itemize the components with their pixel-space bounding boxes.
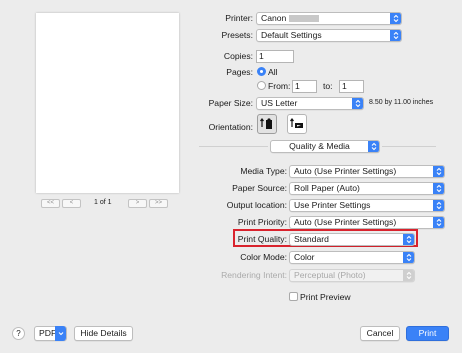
portrait-icon	[260, 118, 272, 129]
prev-page-button[interactable]: <	[62, 199, 81, 208]
paper-size-popup[interactable]: US Letter	[256, 97, 364, 110]
presets-value: Default Settings	[261, 30, 322, 40]
print-preview-checkbox[interactable]	[289, 292, 298, 301]
popup-arrows-icon	[433, 183, 444, 194]
media-type-value: Auto (Use Printer Settings)	[294, 166, 397, 176]
popup-arrows-icon	[352, 98, 363, 109]
pdf-menu-button[interactable]: PDF	[34, 326, 67, 341]
help-button[interactable]: ?	[12, 327, 25, 340]
popup-arrows-icon	[368, 141, 379, 152]
rendering-intent-popup: Perceptual (Photo)	[289, 269, 415, 282]
pages-from-field[interactable]: 1	[292, 80, 317, 93]
redacted-printer-name	[289, 15, 320, 23]
portrait-orientation-button[interactable]	[257, 114, 277, 134]
orientation-label: Orientation:	[208, 122, 253, 132]
section-popup[interactable]: Quality & Media	[270, 140, 380, 153]
paper-size-dimensions: 8.50 by 11.00 inches	[369, 99, 434, 106]
first-page-button[interactable]: <<	[41, 199, 60, 208]
output-location-label: Output location:	[226, 200, 287, 210]
printer-label: Printer:	[225, 13, 253, 23]
section-value: Quality & Media	[289, 141, 350, 151]
section-divider-left	[199, 146, 268, 147]
pdf-label: PDF	[39, 328, 57, 338]
section-divider-right	[382, 146, 436, 147]
paper-size-value: US Letter	[261, 98, 298, 108]
page-counter: 1 of 1	[94, 199, 112, 206]
pages-label: Pages:	[226, 67, 253, 77]
hide-details-button[interactable]: Hide Details	[74, 326, 133, 341]
output-location-value: Use Printer Settings	[294, 200, 371, 210]
pages-all-label: All	[268, 67, 278, 77]
paper-size-label: Paper Size:	[208, 98, 253, 108]
popup-arrows-icon	[433, 200, 444, 211]
paper-source-label: Paper Source:	[232, 183, 287, 193]
landscape-orientation-button[interactable]	[287, 114, 307, 134]
print-priority-value: Auto (Use Printer Settings)	[294, 217, 397, 227]
pages-to-field[interactable]: 1	[339, 80, 364, 93]
pages-from-label: From:	[268, 81, 291, 91]
cancel-button[interactable]: Cancel	[360, 326, 400, 341]
page-preview	[36, 13, 179, 193]
next-page-button[interactable]: >	[128, 199, 147, 208]
media-type-popup[interactable]: Auto (Use Printer Settings)	[289, 165, 445, 178]
popup-arrows-icon	[403, 234, 414, 245]
presets-popup[interactable]: Default Settings	[256, 29, 402, 42]
landscape-icon	[290, 118, 303, 128]
popup-arrows-icon	[390, 13, 401, 24]
output-location-popup[interactable]: Use Printer Settings	[289, 199, 445, 212]
printer-popup[interactable]: Canon	[256, 12, 402, 25]
print-priority-popup[interactable]: Auto (Use Printer Settings)	[289, 216, 445, 229]
color-mode-value: Color	[294, 252, 315, 262]
popup-arrows-icon	[403, 270, 414, 281]
rendering-intent-label: Rendering Intent:	[221, 270, 287, 280]
print-quality-value: Standard	[294, 234, 329, 244]
color-mode-label: Color Mode:	[240, 252, 287, 262]
last-page-button[interactable]: >>	[149, 199, 168, 208]
paper-source-popup[interactable]: Roll Paper (Auto)	[289, 182, 445, 195]
print-quality-label: Print Quality:	[237, 234, 287, 244]
printer-value: Canon	[261, 13, 287, 23]
popup-arrows-icon	[403, 252, 414, 263]
presets-label: Presets:	[221, 30, 253, 40]
popup-arrows-icon	[390, 30, 401, 41]
pages-all-radio[interactable]	[257, 67, 266, 76]
print-quality-popup[interactable]: Standard	[289, 233, 415, 246]
media-type-label: Media Type:	[240, 166, 287, 176]
paper-source-value: Roll Paper (Auto)	[294, 183, 360, 193]
popup-arrows-icon	[433, 217, 444, 228]
color-mode-popup[interactable]: Color	[289, 251, 415, 264]
chevron-down-icon	[55, 326, 66, 341]
print-button[interactable]: Print	[406, 326, 449, 341]
rendering-intent-value: Perceptual (Photo)	[294, 270, 366, 280]
pages-to-label: to:	[323, 81, 333, 91]
print-priority-label: Print Priority:	[237, 217, 287, 227]
copies-field[interactable]: 1	[256, 50, 294, 63]
copies-label: Copies:	[223, 51, 253, 61]
popup-arrows-icon	[433, 166, 444, 177]
print-preview-label: Print Preview	[300, 292, 351, 302]
pages-from-radio[interactable]	[257, 81, 266, 90]
